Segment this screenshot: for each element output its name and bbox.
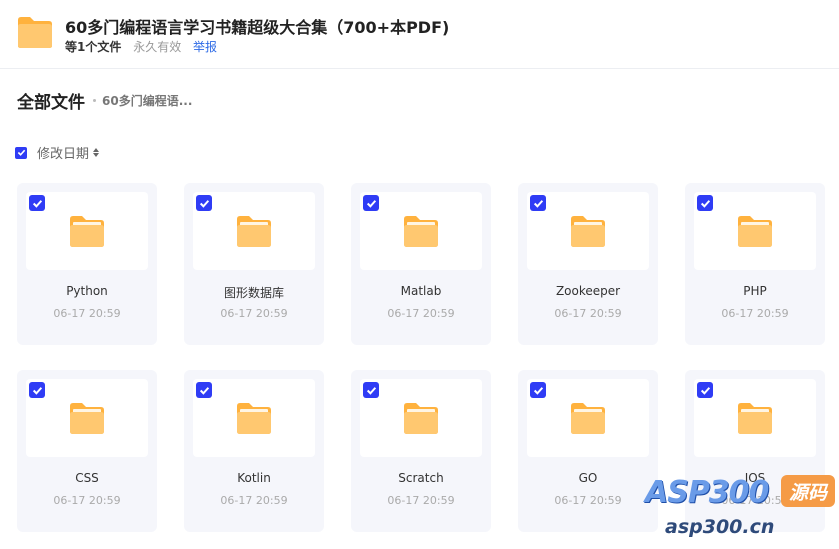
file-date: 06-17 20:59 [220,494,288,507]
file-date: 06-17 20:59 [554,494,622,507]
file-checkbox[interactable] [29,195,45,211]
file-name: GO [578,471,598,485]
file-card[interactable]: Scratch 06-17 20:59 [351,370,491,532]
check-icon [199,199,209,208]
file-checkbox[interactable] [697,382,713,398]
folder-icon [18,17,52,48]
file-checkbox[interactable] [697,195,713,211]
file-card[interactable]: Zookeeper 06-17 20:59 [518,183,658,345]
file-card[interactable]: PHP 06-17 20:59 [685,183,825,345]
file-card[interactable]: Kotlin 06-17 20:59 [184,370,324,532]
validity-label: 永久有效 [133,40,182,54]
check-icon [366,199,376,208]
share-meta: 等1个文件 永久有效 举报 [65,38,217,55]
breadcrumb-current: 60多门编程语... [102,94,193,108]
file-name: 图形数据库 [223,286,284,300]
check-icon [533,199,543,208]
file-checkbox[interactable] [363,382,379,398]
file-date: 06-17 20:59 [53,307,121,320]
check-icon [700,386,710,395]
select-all-checkbox[interactable] [15,146,27,159]
check-icon [533,386,543,395]
file-date: 06-17 20:59 [554,307,622,320]
file-checkbox[interactable] [530,195,546,211]
check-icon [32,199,42,208]
file-name: Zookeeper [555,284,621,298]
check-icon [17,149,25,156]
file-name: PHP [743,284,767,298]
folder-icon [571,403,605,434]
file-count: 等1个文件 [65,40,122,54]
sort-icon[interactable] [93,148,100,157]
file-checkbox[interactable] [363,195,379,211]
file-card[interactable]: Python 06-17 20:59 [17,183,157,345]
file-name: Kotlin [237,471,271,485]
folder-icon [70,403,104,434]
check-icon [700,199,710,208]
folder-icon [70,216,104,247]
file-card[interactable]: Matlab 06-17 20:59 [351,183,491,345]
watermark: ASP300 源码 asp300.cn [643,471,839,549]
folder-icon [237,403,271,434]
sort-bar: 修改日期 [15,143,100,162]
file-name: Scratch [398,471,444,485]
check-icon [32,386,42,395]
watermark-sub: asp300.cn [665,516,775,538]
file-checkbox[interactable] [196,382,212,398]
folder-icon [738,403,772,434]
watermark-badge: 源码 [781,475,835,507]
breadcrumb: 全部文件 60多门编程语... [17,88,192,113]
folder-icon [237,216,271,247]
watermark-main: ASP300 [645,475,769,510]
folder-icon [404,403,438,434]
folder-icon [571,216,605,247]
file-card[interactable]: 图形数据库 06-17 20:59 [184,183,324,345]
file-date: 06-17 20:59 [220,307,288,320]
file-date: 06-17 20:59 [387,307,455,320]
file-name: CSS [75,471,99,485]
check-icon [199,386,209,395]
file-card[interactable]: CSS 06-17 20:59 [17,370,157,532]
file-name: Python [66,284,108,298]
file-checkbox[interactable] [530,382,546,398]
file-date: 06-17 20:59 [721,307,789,320]
folder-icon [404,216,438,247]
file-card[interactable]: GO 06-17 20:59 [518,370,658,532]
sort-by-date-button[interactable]: 修改日期 [37,143,89,162]
share-header: 60多门编程语言学习书籍超级大合集（700+本PDF) 等1个文件 永久有效 举… [0,0,839,69]
file-date: 06-17 20:59 [387,494,455,507]
breadcrumb-separator [93,99,96,102]
file-date: 06-17 20:59 [53,494,121,507]
check-icon [366,386,376,395]
folder-icon [738,216,772,247]
share-title: 60多门编程语言学习书籍超级大合集（700+本PDF) [65,18,450,37]
file-checkbox[interactable] [196,195,212,211]
file-checkbox[interactable] [29,382,45,398]
breadcrumb-root[interactable]: 全部文件 [17,88,85,113]
file-name: Matlab [400,284,442,298]
report-link[interactable]: 举报 [193,40,217,54]
